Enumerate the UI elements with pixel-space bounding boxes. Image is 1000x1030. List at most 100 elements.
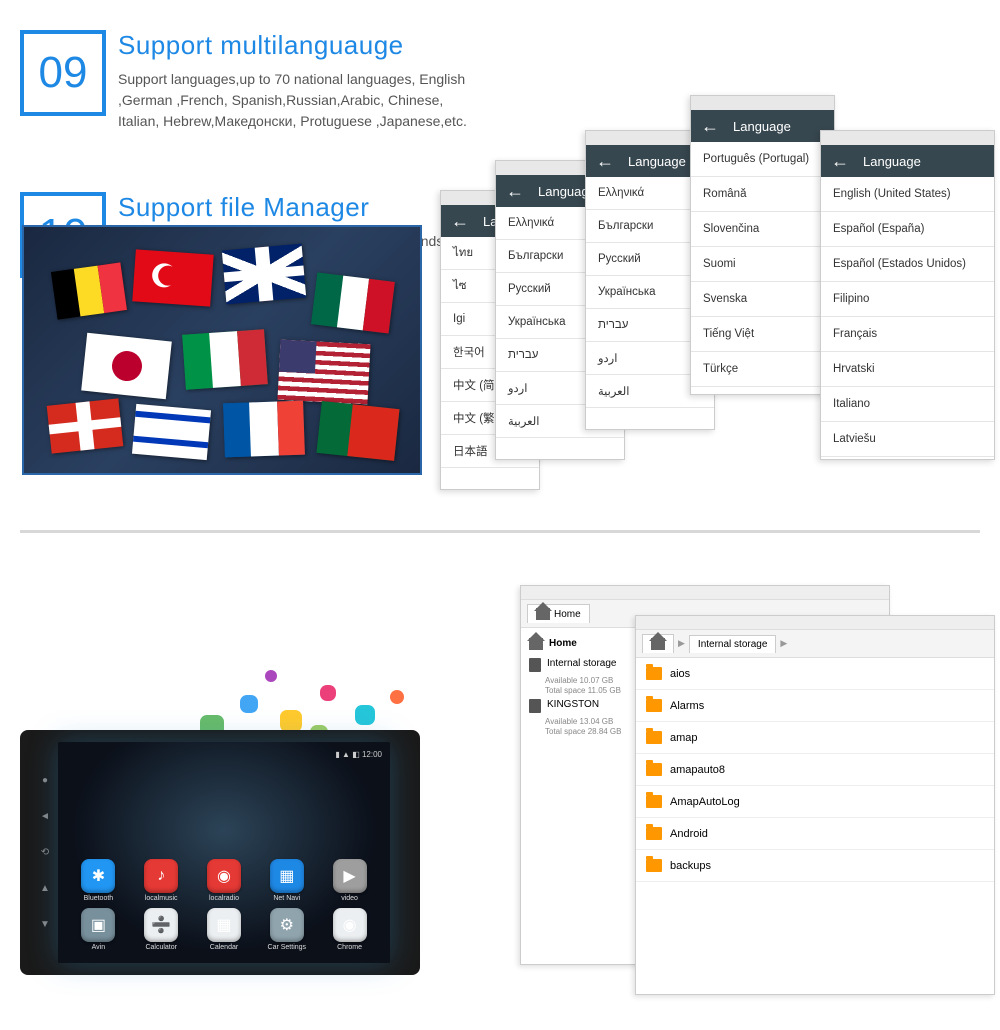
app-calculator[interactable]: ➗ Calculator bbox=[133, 908, 190, 951]
back-arrow-icon[interactable]: ← bbox=[701, 116, 719, 137]
fm-side-home[interactable]: Home bbox=[527, 634, 644, 654]
fm-side-kingston[interactable]: KINGSTON bbox=[527, 695, 644, 717]
app-icon: ♪ bbox=[144, 859, 178, 893]
app-label: Avin bbox=[92, 944, 106, 951]
fm-tab-internal[interactable]: Internal storage bbox=[689, 635, 777, 653]
home-icon bbox=[536, 608, 550, 620]
app-bluetooth[interactable]: ✱Bluetooth bbox=[70, 859, 127, 902]
app-label: Calculator bbox=[145, 944, 177, 951]
lang-list-5: English (United States)Español (España)E… bbox=[821, 177, 994, 457]
lang-option[interactable]: Türkçe bbox=[691, 352, 834, 387]
tablet-screen: ▮ ▲ ◧ 12:00 ✱Bluetooth♪localmusic◉localr… bbox=[58, 742, 390, 963]
fm-sidebar: Home Internal storage Available 10.07 GB… bbox=[521, 628, 651, 964]
app-icon: ◉ bbox=[333, 908, 367, 942]
app-net-navi[interactable]: ▦ Net Navi bbox=[258, 859, 315, 902]
lang-option[interactable]: Italiano bbox=[821, 387, 994, 422]
folder-name: Alarms bbox=[670, 700, 704, 712]
badge-09: 09 bbox=[20, 30, 106, 116]
lang-option[interactable]: Română bbox=[691, 177, 834, 212]
lang-option[interactable]: Latviešu bbox=[821, 422, 994, 457]
folder-name: aios bbox=[670, 668, 690, 680]
lang-list-4: Português (Portugal)RomânăSlovenčinaSuom… bbox=[691, 142, 834, 387]
folder-name: amap bbox=[670, 732, 698, 744]
lang-window-5: ←Language English (United States)Español… bbox=[820, 130, 995, 460]
folder-icon bbox=[646, 731, 662, 744]
app-icon: ◉ bbox=[207, 859, 241, 893]
flags-image bbox=[22, 225, 422, 475]
app-label: Net Navi bbox=[273, 895, 300, 902]
lang-header-title: Language bbox=[628, 154, 686, 169]
app-label: localradio bbox=[209, 895, 239, 902]
app-label: localmusic bbox=[145, 895, 178, 902]
section-divider bbox=[20, 530, 980, 533]
app-localradio[interactable]: ◉ localradio bbox=[196, 859, 253, 902]
fm-tab-home[interactable] bbox=[642, 634, 674, 653]
fm-folder-row[interactable]: backups bbox=[636, 850, 994, 882]
app-icon: ⚙ bbox=[270, 908, 304, 942]
app-video[interactable]: ▶ video bbox=[321, 859, 378, 902]
fm-side-internal[interactable]: Internal storage bbox=[527, 654, 644, 676]
app-icon: ▶ bbox=[333, 859, 367, 893]
lang-option[interactable]: Français bbox=[821, 317, 994, 352]
fm-folder-row[interactable]: AmapAutoLog bbox=[636, 786, 994, 818]
back-arrow-icon[interactable]: ← bbox=[596, 151, 614, 172]
fm-window-front: ▶ Internal storage ▶ aios Alarms amap amapa… bbox=[635, 615, 995, 995]
fm-folder-row[interactable]: Android bbox=[636, 818, 994, 850]
app-chrome[interactable]: ◉ Chrome bbox=[321, 908, 378, 951]
app-avin[interactable]: ▣ Avin bbox=[70, 908, 127, 951]
app-label: video bbox=[341, 895, 358, 902]
back-arrow-icon[interactable]: ← bbox=[451, 211, 469, 232]
fm-folder-row[interactable]: amapauto8 bbox=[636, 754, 994, 786]
lang-option[interactable]: Português (Portugal) bbox=[691, 142, 834, 177]
lang-option[interactable]: Filipino bbox=[821, 282, 994, 317]
android-tablet: ●◄⟲▲▼ ▮ ▲ ◧ 12:00 ✱Bluetooth♪localmusic◉… bbox=[20, 730, 420, 975]
section-1-title: Support multilanguauge bbox=[118, 30, 980, 61]
app-label: Bluetooth bbox=[84, 895, 114, 902]
app-icon: ➗ bbox=[144, 908, 178, 942]
lang-option[interactable]: English (United States) bbox=[821, 177, 994, 212]
fm-folder-row[interactable]: amap bbox=[636, 722, 994, 754]
lang-option[interactable]: Español (España) bbox=[821, 212, 994, 247]
app-grid: ✱Bluetooth ♪ localmusic ◉ localradio ▦ Net Nav… bbox=[70, 859, 378, 951]
fm-folder-row[interactable]: aios bbox=[636, 658, 994, 690]
lang-option[interactable]: Tiếng Việt bbox=[691, 317, 834, 352]
lang-option[interactable]: Español (Estados Unidos) bbox=[821, 247, 994, 282]
app-icon: ▦ bbox=[207, 908, 241, 942]
fm-kingston-total: Total space 28.84 GB bbox=[527, 727, 644, 737]
folder-icon bbox=[646, 795, 662, 808]
app-label: Chrome bbox=[337, 944, 362, 951]
app-car-settings[interactable]: ⚙Car Settings bbox=[258, 908, 315, 951]
folder-icon bbox=[646, 763, 662, 776]
storage-icon bbox=[529, 699, 541, 713]
fm-kingston-avail: Available 13.04 GB bbox=[527, 717, 644, 727]
home-icon bbox=[651, 638, 665, 650]
folder-name: amapauto8 bbox=[670, 764, 725, 776]
app-icon: ▦ bbox=[270, 859, 304, 893]
folder-name: AmapAutoLog bbox=[670, 796, 740, 808]
file-manager-windows: Home Home Internal storage Available 10.… bbox=[520, 585, 1000, 1005]
folder-icon bbox=[646, 699, 662, 712]
app-icon: ▣ bbox=[81, 908, 115, 942]
lang-option[interactable]: Hrvatski bbox=[821, 352, 994, 387]
fm-folder-row[interactable]: Alarms bbox=[636, 690, 994, 722]
folder-icon bbox=[646, 859, 662, 872]
lang-header-title: Language bbox=[863, 154, 921, 169]
app-label: Calendar bbox=[210, 944, 238, 951]
fm-internal-avail: Available 10.07 GB bbox=[527, 676, 644, 686]
language-windows: ←Language ไทยไซIgi한국어中文 (简体)中文 (繁體)日本語 ←… bbox=[440, 60, 1000, 490]
lang-option[interactable]: Suomi bbox=[691, 247, 834, 282]
lang-header-title: Language bbox=[733, 119, 791, 134]
app-calendar[interactable]: ▦ Calendar bbox=[196, 908, 253, 951]
fm-folder-list: aios Alarms amap amapauto8 AmapAutoLog Androi… bbox=[636, 658, 994, 994]
fm-breadcrumb: ▶ Internal storage ▶ bbox=[636, 630, 994, 658]
fm-tab-home[interactable]: Home bbox=[527, 604, 590, 623]
folder-icon bbox=[646, 827, 662, 840]
back-arrow-icon[interactable]: ← bbox=[831, 151, 849, 172]
lang-option[interactable]: Slovenčina bbox=[691, 212, 834, 247]
app-localmusic[interactable]: ♪ localmusic bbox=[133, 859, 190, 902]
fm-internal-total: Total space 11.05 GB bbox=[527, 686, 644, 696]
tablet-hw-buttons: ●◄⟲▲▼ bbox=[38, 742, 52, 963]
back-arrow-icon[interactable]: ← bbox=[506, 181, 524, 202]
home-icon bbox=[529, 638, 543, 650]
lang-option[interactable]: Svenska bbox=[691, 282, 834, 317]
